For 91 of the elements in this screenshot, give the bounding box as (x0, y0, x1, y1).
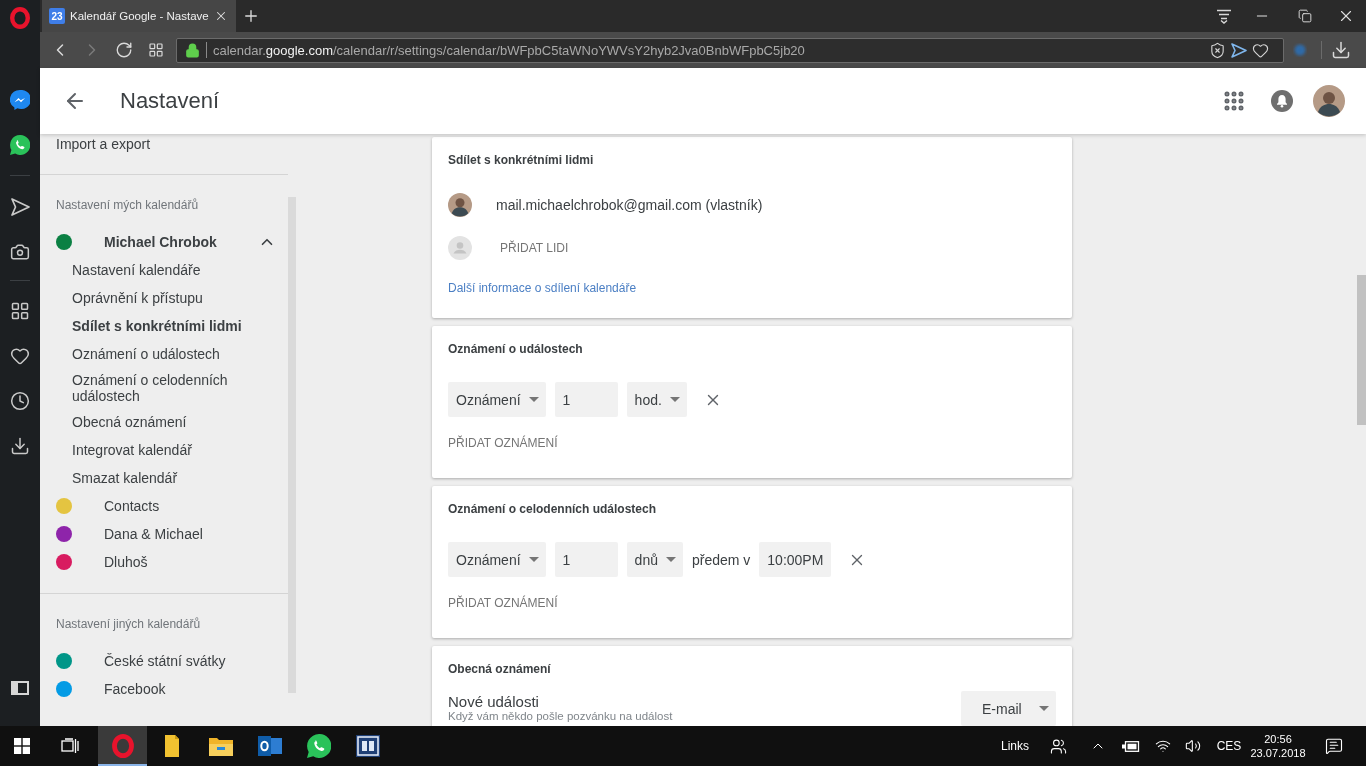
task-view-icon[interactable] (61, 738, 79, 754)
download-icon[interactable] (10, 435, 30, 456)
calendar-name[interactable]: Facebook (104, 681, 166, 697)
nav-link[interactable]: Oprávnění k přístupu (40, 284, 262, 312)
calendar-favicon: 23 (49, 8, 65, 24)
card-title: Oznámení o celodenních událostech (448, 502, 658, 516)
add-notification-button[interactable]: PŘIDAT OZNÁMENÍ (448, 436, 1056, 450)
start-icon[interactable] (14, 738, 30, 754)
avatar (448, 193, 472, 217)
reload-icon[interactable] (115, 41, 133, 59)
caret-icon (665, 557, 676, 562)
lock-icon (185, 42, 200, 58)
heart-icon[interactable] (1252, 41, 1269, 59)
calendar-name[interactable]: Dana & Michael (104, 526, 203, 542)
delivery-dropdown[interactable]: E-mail (961, 691, 1056, 726)
calendar-name[interactable]: Contacts (104, 498, 160, 514)
apps-grid-icon[interactable] (1222, 89, 1246, 113)
card-title: Oznámení o událostech (448, 342, 584, 356)
wifi-icon[interactable] (1155, 738, 1171, 754)
nav-link[interactable]: Smazat kalendář (40, 464, 262, 492)
clock-date[interactable]: 23.07.2018 (1250, 746, 1306, 760)
add-notification-button[interactable]: PŘIDAT OZNÁMENÍ (448, 596, 1056, 610)
calendar-name[interactable]: Dluhoš (104, 554, 148, 570)
shield-icon[interactable] (1209, 41, 1226, 59)
square-app-icon (355, 735, 380, 757)
mail-app-icon (257, 735, 282, 757)
scrollbar-thumb[interactable] (288, 197, 296, 693)
caret-icon (1039, 706, 1049, 711)
clock-time[interactable]: 20:56 (1264, 732, 1292, 746)
setting-description: Když vám někdo pošle pozvánku na událost (448, 710, 673, 723)
close-icon[interactable] (214, 9, 228, 23)
info-link[interactable]: Další informace o sdílení kalendáře (448, 281, 637, 295)
nav-link[interactable]: Nastavení kalendáře (40, 256, 262, 284)
section-heading: Nastavení jiných kalendářů (55, 617, 202, 631)
caret-icon (528, 557, 539, 562)
links-toolbar[interactable]: Links (995, 726, 1035, 766)
tab-menu-icon[interactable] (1216, 8, 1232, 24)
nav-link[interactable]: Oznámení o celodenních událostech (40, 368, 262, 408)
nav-link[interactable]: Sdílet s konkrétními lidmi (40, 312, 262, 340)
caret-icon (669, 397, 680, 402)
amount-field[interactable]: 1 (554, 542, 618, 577)
restore-icon[interactable] (1297, 9, 1312, 23)
document-icon (164, 735, 179, 757)
browser-tab[interactable]: 23 Kalendář Google - Nastave (42, 0, 236, 32)
unit-dropdown[interactable]: hod. (626, 382, 687, 417)
card-title: Obecná oznámení (448, 662, 552, 676)
clock-icon[interactable] (10, 390, 30, 411)
caret-icon (528, 397, 539, 402)
calendar-name[interactable]: Michael Chrobok (104, 234, 217, 250)
grid-icon[interactable] (10, 300, 30, 321)
avatar[interactable] (1313, 85, 1345, 117)
card-title: Sdílet s konkrétními lidmi (448, 153, 595, 167)
nav-link[interactable]: Import a export (40, 134, 288, 154)
person-email: mail.michaelchrobok@gmail.com (vlastník) (496, 197, 763, 213)
before-label: předem v (691, 551, 751, 568)
setting-label: Nové události (448, 693, 540, 710)
phone-bubble-icon (306, 734, 331, 758)
url-text: calendar.google.com/calendar/r/settings/calendar/bWFpbC5taWNoYWVsY2hyb2Jva0BnbWFpbC5jb20 (213, 42, 806, 58)
lightning-bubble-icon[interactable] (10, 89, 30, 110)
page-title: Nastavení (120, 88, 220, 114)
send-icon[interactable] (1231, 42, 1247, 58)
nav-link[interactable]: Oznámení o událostech (40, 340, 262, 368)
address-field[interactable]: calendar.google.com/calendar/r/settings/calendar/bWFpbC5taWNoYWVsY2hyb2Jva0BnbWFpbC5jb20 (176, 37, 1284, 63)
volume-icon[interactable] (1185, 738, 1201, 754)
download-icon[interactable] (1331, 40, 1351, 60)
calendar-name[interactable]: České státní svátky (104, 653, 226, 669)
amount-field[interactable]: 1 (554, 382, 618, 417)
add-people-button[interactable]: PŘIDAT LIDI (500, 241, 569, 255)
method-dropdown[interactable]: Oznámení (448, 542, 546, 577)
heart-icon[interactable] (10, 345, 30, 366)
send-icon[interactable] (10, 197, 30, 216)
nav-link[interactable]: Integrovat kalendář (40, 436, 262, 464)
battery-icon[interactable] (1122, 740, 1140, 752)
o-logo-icon[interactable] (10, 7, 30, 29)
folder-icon (208, 736, 233, 756)
scrollbar-thumb[interactable] (1357, 275, 1366, 425)
phone-bubble-icon[interactable] (10, 134, 30, 155)
grid-icon[interactable] (148, 42, 164, 58)
nav-link[interactable]: Obecná oznámení (40, 408, 262, 436)
person-placeholder-icon (448, 236, 472, 260)
tab-title: Kalendář Google - Nastave (70, 10, 209, 22)
people-icon[interactable] (1049, 737, 1067, 755)
bell-icon[interactable] (1271, 90, 1293, 112)
unit-dropdown[interactable]: dnů (626, 542, 683, 577)
method-dropdown[interactable]: Oznámení (448, 382, 546, 417)
time-field[interactable]: 10:00PM (759, 542, 832, 577)
section-heading: Nastavení mých kalendářů (55, 198, 200, 212)
notifications-icon[interactable] (1325, 737, 1343, 755)
o-logo-icon[interactable] (111, 734, 134, 758)
sidebar-toggle-icon[interactable] (11, 681, 29, 695)
new-tab-icon[interactable] (242, 7, 260, 25)
